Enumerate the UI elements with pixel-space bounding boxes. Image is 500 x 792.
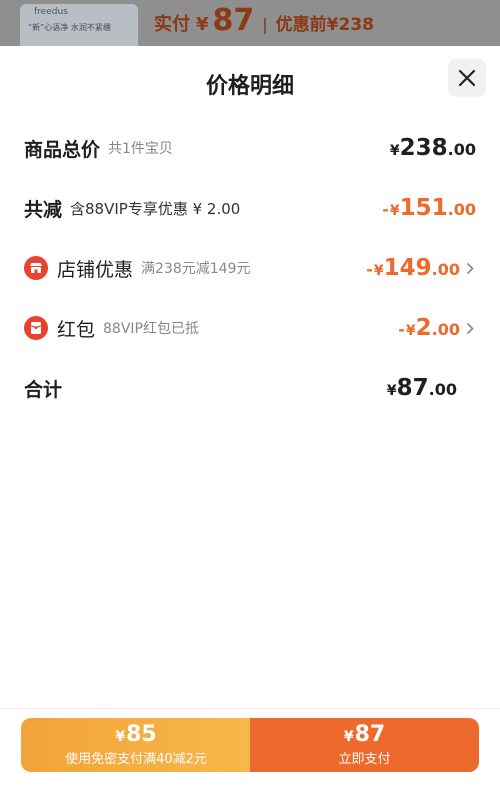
pay-amount: 87	[212, 3, 255, 38]
currency: ¥	[386, 383, 397, 399]
currency: ¥	[373, 263, 384, 279]
product-thumbnail: freedus “新”心语净 水润不紧绷	[20, 4, 138, 46]
reduction-price: - ¥ 151 .00	[382, 195, 476, 221]
close-button[interactable]	[448, 59, 486, 97]
product-slogan: “新”心语净 水润不紧绷	[28, 23, 111, 32]
price-integer: 149	[383, 255, 432, 281]
chevron-right-icon	[466, 321, 476, 335]
row-label: 商品总价	[24, 138, 101, 161]
row-sum: 合计 ¥ 87 .00	[24, 373, 476, 403]
price-integer: 238	[399, 135, 448, 161]
product-brand: freedus	[34, 7, 68, 17]
row-label: 共减	[24, 198, 63, 221]
pay-label: 实付	[154, 14, 190, 35]
row-sub: 满238元减149元	[141, 261, 251, 277]
row-sub: 88VIP红包已抵	[103, 321, 199, 337]
sheet-title: 价格明细	[205, 74, 294, 99]
price-decimal: .00	[447, 200, 476, 219]
currency: ¥	[343, 729, 354, 745]
currency: ¥	[389, 203, 400, 219]
shop-discount-price: - ¥ 149 .00	[366, 255, 460, 281]
row-label: 店铺优惠	[57, 258, 134, 281]
price-separator: |	[262, 15, 268, 34]
sum-price: ¥ 87 .00	[387, 375, 457, 401]
shop-icon	[24, 256, 48, 280]
row-label: 红包	[57, 318, 96, 341]
minus-sign: -	[366, 260, 373, 279]
currency: ¥	[405, 323, 416, 339]
row-sub: 含88VIP专享优惠 ¥ 2.00	[70, 199, 241, 218]
password-free-pay-button[interactable]: ¥ 85 使用免密支付满40减2元	[21, 718, 251, 772]
background-page: freedus “新”心语净 水润不紧绷 实付 ¥ 87 | 优惠前¥238	[0, 0, 500, 46]
original-price: 优惠前¥238	[275, 15, 374, 35]
row-total-reduction: 共减 含88VIP专享优惠 ¥ 2.00 - ¥ 151 .00	[24, 193, 476, 223]
close-icon	[458, 69, 476, 87]
button-label: 立即支付	[338, 752, 391, 767]
chevron-right-icon	[466, 261, 476, 275]
red-packet-price: - ¥ 2 .00	[398, 315, 460, 341]
price-detail-sheet: 价格明细 商品总价 共1件宝贝 ¥ 238 .00 共减 含88VIP专享优惠 …	[0, 46, 500, 792]
currency: ¥	[115, 729, 126, 745]
background-price: 实付 ¥ 87 | 优惠前¥238	[154, 3, 374, 38]
row-label: 合计	[24, 378, 63, 401]
row-red-packet[interactable]: 红包 88VIP红包已抵 - ¥ 2 .00	[24, 313, 476, 343]
goods-total-price: ¥ 238 .00	[390, 135, 476, 161]
price-integer: 2	[415, 315, 432, 341]
price-integer: 151	[399, 195, 448, 221]
minus-sign: -	[382, 200, 389, 219]
price-integer: 87	[396, 375, 429, 401]
minus-sign: -	[398, 320, 405, 339]
row-shop-discount[interactable]: 店铺优惠 满238元减149元 - ¥ 149 .00	[24, 253, 476, 283]
price-decimal: .00	[431, 320, 460, 339]
pay-currency: ¥	[196, 14, 209, 35]
row-sub: 共1件宝贝	[108, 141, 173, 157]
price-decimal: .00	[428, 380, 457, 399]
currency: ¥	[389, 143, 400, 159]
button-amount: 87	[354, 722, 386, 747]
price-decimal: .00	[431, 260, 460, 279]
bottom-divider	[0, 708, 500, 709]
row-goods-total: 商品总价 共1件宝贝 ¥ 238 .00	[24, 133, 476, 163]
button-label: 使用免密支付满40减2元	[65, 752, 207, 767]
red-packet-icon	[24, 316, 48, 340]
pay-now-button[interactable]: ¥ 87 立即支付	[250, 718, 479, 772]
button-amount: 85	[126, 722, 157, 747]
price-decimal: .00	[447, 140, 476, 159]
